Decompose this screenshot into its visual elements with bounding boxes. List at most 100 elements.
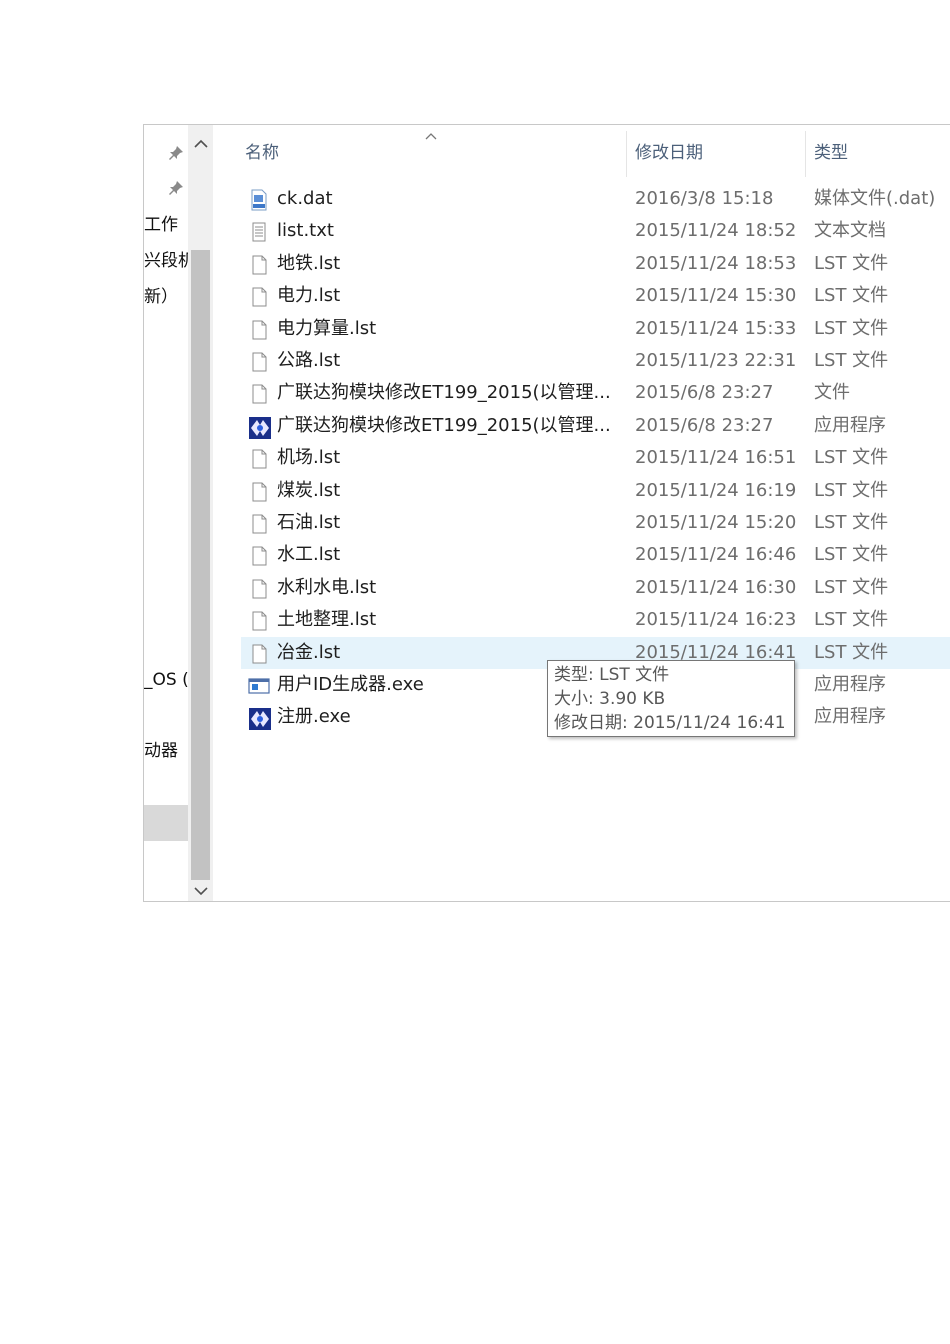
column-header-name[interactable]: 名称 — [245, 125, 279, 177]
column-header-date[interactable]: 修改日期 — [635, 125, 703, 177]
file-name: 土地整理.lst — [277, 609, 377, 631]
file-name: 电力.lst — [277, 285, 341, 307]
file-icon — [248, 383, 270, 405]
tooltip-date: 修改日期: 2015/11/24 16:41 — [554, 713, 786, 733]
nav-selected-item[interactable] — [144, 805, 188, 841]
nav-item[interactable]: 工作 — [144, 215, 188, 235]
file-type: 文件 — [814, 382, 850, 404]
file-name: 广联达狗模块修改ET199_2015(以管理... — [277, 414, 611, 436]
file-tooltip: 类型: LST 文件 大小: 3.90 KB 修改日期: 2015/11/24 … — [547, 660, 795, 737]
file-row[interactable]: 电力算量.lst 2015/11/24 15:33 LST 文件 — [241, 313, 950, 345]
file-row[interactable]: ck.dat 2016/3/8 15:18 媒体文件(.dat) — [241, 183, 950, 215]
file-row[interactable]: 石油.lst 2015/11/24 15:20 LST 文件 — [241, 507, 950, 539]
file-name: 注册.exe — [277, 706, 351, 728]
file-type: LST 文件 — [814, 350, 889, 371]
file-date: 2015/11/24 16:51 — [635, 447, 797, 469]
file-list: 名称 修改日期 类型 ck.dat 2016/3/8 15:18 媒体文件(.dat… — [241, 125, 950, 901]
nav-item[interactable]: 兴段机 — [144, 251, 188, 271]
file-name: 公路.lst — [277, 350, 341, 371]
file-type: LST 文件 — [814, 544, 889, 566]
file-type: LST 文件 — [814, 512, 889, 533]
file-name: 广联达狗模块修改ET199_2015(以管理... — [277, 382, 611, 404]
file-type: LST 文件 — [814, 576, 889, 598]
file-row[interactable]: 土地整理.lst 2015/11/24 16:23 LST 文件 — [241, 604, 950, 636]
pin-icon[interactable] — [168, 180, 184, 196]
file-name: 机场.lst — [277, 447, 341, 469]
file-icon — [248, 545, 270, 567]
scrollbar-thumb[interactable] — [191, 250, 210, 880]
file-row[interactable]: 机场.lst 2015/11/24 16:51 LST 文件 — [241, 442, 950, 474]
file-icon — [248, 319, 270, 341]
column-header-type[interactable]: 类型 — [814, 125, 848, 177]
file-row[interactable]: 水工.lst 2015/11/24 16:46 LST 文件 — [241, 539, 950, 571]
file-name: 地铁.lst — [277, 252, 341, 274]
file-date: 2015/11/24 18:52 — [635, 220, 797, 242]
file-row[interactable]: 广联达狗模块修改ET199_2015(以管理... 2015/6/8 23:27 文… — [241, 377, 950, 409]
file-type: LST 文件 — [814, 285, 889, 307]
file-row[interactable]: 公路.lst 2015/11/23 22:31 LST 文件 — [241, 345, 950, 377]
file-explorer-screenshot: 工作 兴段机 新） _OS ( 动器 名称 修改日期 类型 ck.dat 2016… — [143, 124, 950, 902]
file-type: LST 文件 — [814, 447, 889, 469]
file-name: list.txt — [277, 220, 334, 242]
file-date: 2015/11/24 15:30 — [635, 285, 797, 307]
file-name: 石油.lst — [277, 512, 341, 533]
file-type: 文本文档 — [814, 220, 886, 242]
sort-ascending-icon — [425, 129, 437, 143]
file-row[interactable]: 水利水电.lst 2015/11/24 16:30 LST 文件 — [241, 572, 950, 604]
file-date: 2015/6/8 23:27 — [635, 382, 774, 404]
file-row[interactable]: 地铁.lst 2015/11/24 18:53 LST 文件 — [241, 248, 950, 280]
nav-item[interactable]: 动器 — [144, 741, 188, 761]
media-file-icon — [248, 189, 270, 211]
file-date: 2015/11/24 15:20 — [635, 512, 797, 533]
nav-item[interactable]: 新） — [144, 287, 188, 307]
nav-item[interactable]: _OS ( — [144, 670, 188, 690]
file-date: 2015/11/23 22:31 — [635, 350, 797, 371]
app-icon — [248, 707, 271, 731]
file-name: 用户ID生成器.exe — [277, 674, 424, 695]
file-icon — [248, 351, 270, 373]
file-date: 2016/3/8 15:18 — [635, 188, 774, 209]
file-row[interactable]: 煤炭.lst 2015/11/24 16:19 LST 文件 — [241, 475, 950, 507]
column-header: 名称 修改日期 类型 — [241, 125, 950, 177]
file-name: 电力算量.lst — [277, 317, 377, 339]
navigation-pane: 工作 兴段机 新） _OS ( 动器 — [144, 125, 188, 901]
file-date: 2015/11/24 18:53 — [635, 252, 797, 274]
pin-icon[interactable] — [168, 145, 184, 161]
file-name: 水利水电.lst — [277, 576, 377, 598]
file-type: LST 文件 — [814, 317, 889, 339]
chevron-down-icon[interactable] — [188, 882, 213, 901]
file-name: 煤炭.lst — [277, 479, 341, 501]
file-type: LST 文件 — [814, 252, 889, 274]
nav-scrollbar[interactable] — [188, 125, 213, 901]
file-date: 2015/11/24 16:19 — [635, 479, 797, 501]
file-date: 2015/11/24 16:46 — [635, 544, 797, 566]
file-icon — [248, 448, 270, 470]
window-app-icon — [248, 675, 270, 697]
file-date: 2015/11/24 16:30 — [635, 576, 797, 598]
file-icon — [248, 254, 270, 276]
file-icon — [248, 513, 270, 535]
file-date: 2015/11/24 15:33 — [635, 317, 797, 339]
app-icon — [248, 416, 271, 439]
file-type: 媒体文件(.dat) — [814, 188, 936, 209]
file-row[interactable]: 广联达狗模块修改ET199_2015(以管理... 2015/6/8 23:27 应… — [241, 410, 950, 442]
file-type: 应用程序 — [814, 674, 886, 695]
file-name: 冶金.lst — [277, 641, 341, 663]
file-type: 应用程序 — [814, 706, 886, 728]
file-icon — [248, 286, 270, 308]
file-icon — [248, 578, 270, 600]
column-divider[interactable] — [805, 131, 806, 177]
text-file-icon — [248, 221, 270, 243]
file-row[interactable]: list.txt 2015/11/24 18:52 文本文档 — [241, 215, 950, 247]
file-type: LST 文件 — [814, 479, 889, 501]
tooltip-size: 大小: 3.90 KB — [554, 689, 666, 709]
file-type: LST 文件 — [814, 641, 889, 663]
column-divider[interactable] — [626, 131, 627, 177]
file-name: ck.dat — [277, 188, 333, 209]
file-icon — [248, 610, 270, 632]
file-icon — [248, 481, 270, 503]
chevron-up-icon[interactable] — [188, 135, 213, 157]
file-date: 2015/11/24 16:23 — [635, 609, 797, 631]
file-row[interactable]: 电力.lst 2015/11/24 15:30 LST 文件 — [241, 280, 950, 312]
file-icon — [248, 643, 270, 665]
